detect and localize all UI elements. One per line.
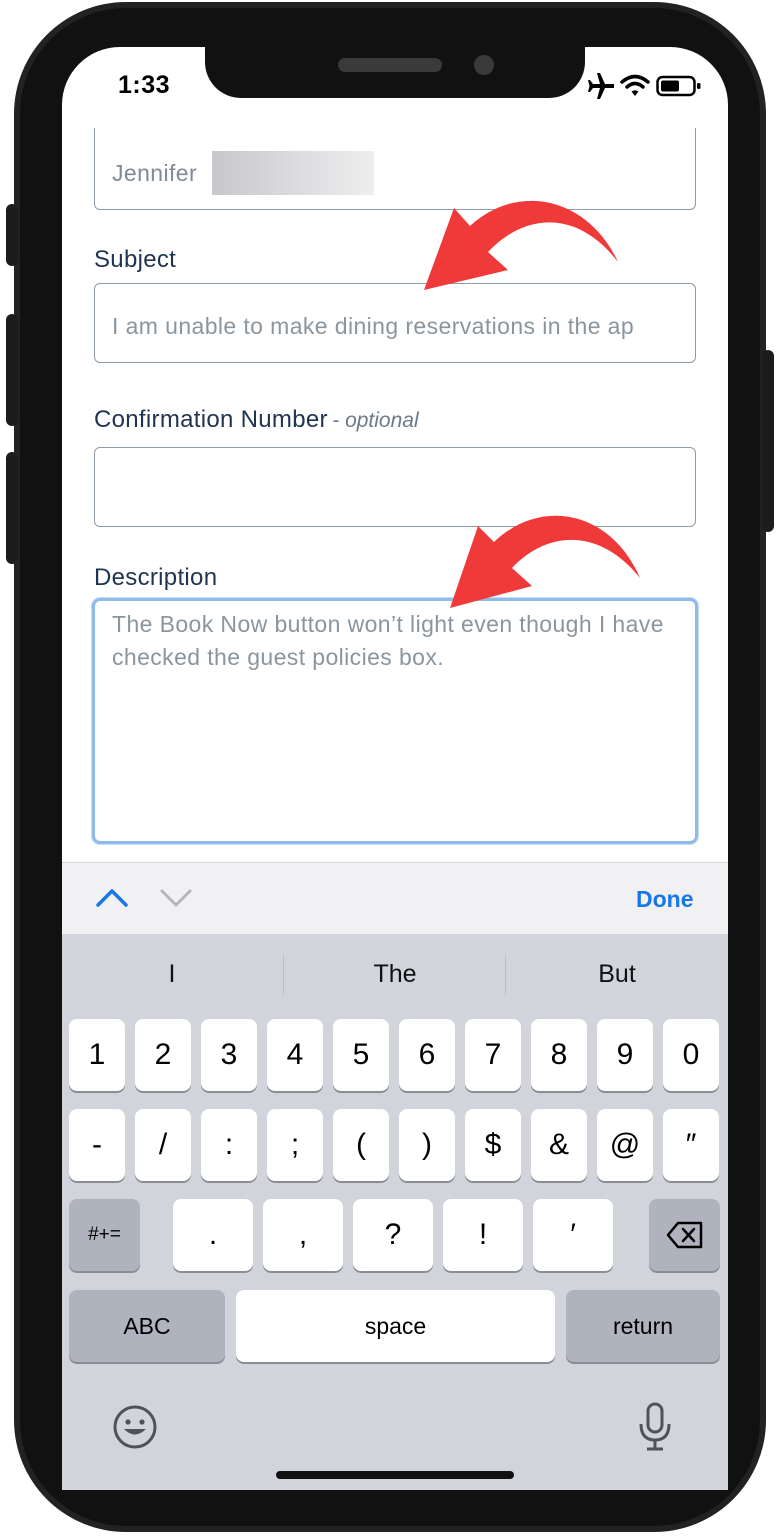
key-abc[interactable]: ABC <box>69 1290 225 1362</box>
home-indicator <box>276 1471 514 1479</box>
key-semicolon[interactable]: ; <box>267 1109 323 1181</box>
key-symbols[interactable]: #+= <box>69 1199 140 1271</box>
key-6[interactable]: 6 <box>399 1019 455 1091</box>
key-7[interactable]: 7 <box>465 1019 521 1091</box>
key-dollar[interactable]: $ <box>465 1109 521 1181</box>
suggestion-divider <box>283 955 284 995</box>
subject-value: I am unable to make dining reservations … <box>112 313 635 339</box>
key-at[interactable]: @ <box>597 1109 653 1181</box>
chevron-up-icon[interactable] <box>94 884 130 910</box>
return-key[interactable]: return <box>566 1290 720 1362</box>
key-colon[interactable]: : <box>201 1109 257 1181</box>
key-8[interactable]: 8 <box>531 1019 587 1091</box>
battery-icon <box>656 75 701 97</box>
confirmation-label-row: Confirmation Number - optional <box>94 406 419 434</box>
key-question[interactable]: ? <box>353 1199 433 1271</box>
key-comma[interactable]: , <box>263 1199 343 1271</box>
key-period[interactable]: . <box>173 1199 253 1271</box>
wifi-icon <box>620 74 650 96</box>
key-quote[interactable]: ″ <box>663 1109 719 1181</box>
red-arrow-annotation-subject <box>424 200 618 290</box>
key-exclamation[interactable]: ! <box>443 1199 523 1271</box>
speaker <box>338 58 442 72</box>
space-bar[interactable]: space <box>236 1290 555 1362</box>
confirmation-label: Confirmation Number <box>94 406 328 433</box>
suggestion-2[interactable]: The <box>295 960 495 989</box>
suggestion-1[interactable]: I <box>72 960 272 989</box>
key-9[interactable]: 9 <box>597 1019 653 1091</box>
key-close-paren[interactable]: ) <box>399 1109 455 1181</box>
redacted-surname <box>212 151 374 195</box>
backspace-icon <box>666 1221 702 1249</box>
key-slash[interactable]: / <box>135 1109 191 1181</box>
suggestion-3[interactable]: But <box>517 960 717 989</box>
key-0[interactable]: 0 <box>663 1019 719 1091</box>
name-value: Jennifer <box>112 160 198 186</box>
key-4[interactable]: 4 <box>267 1019 323 1091</box>
microphone-icon[interactable] <box>638 1402 672 1452</box>
key-1[interactable]: 1 <box>69 1019 125 1091</box>
chevron-down-icon[interactable] <box>158 884 194 910</box>
key-open-paren[interactable]: ( <box>333 1109 389 1181</box>
volume-up-button <box>6 314 18 426</box>
delete-key[interactable] <box>649 1199 720 1271</box>
key-hyphen[interactable]: - <box>69 1109 125 1181</box>
key-2[interactable]: 2 <box>135 1019 191 1091</box>
suggestion-divider <box>505 955 506 995</box>
front-camera <box>474 55 494 75</box>
key-3[interactable]: 3 <box>201 1019 257 1091</box>
emoji-icon[interactable] <box>112 1404 158 1450</box>
airplane-icon <box>588 73 614 99</box>
power-button <box>762 350 774 532</box>
key-apostrophe[interactable]: ′ <box>533 1199 613 1271</box>
subject-label: Subject <box>94 246 177 273</box>
done-button[interactable]: Done <box>636 886 694 913</box>
red-arrow-annotation-description <box>450 515 640 608</box>
key-5[interactable]: 5 <box>333 1019 389 1091</box>
optional-hint: - optional <box>332 409 419 432</box>
status-time: 1:33 <box>118 71 171 99</box>
description-label: Description <box>94 564 218 591</box>
volume-down-button <box>6 452 18 564</box>
mute-switch <box>6 204 18 266</box>
key-ampersand[interactable]: & <box>531 1109 587 1181</box>
